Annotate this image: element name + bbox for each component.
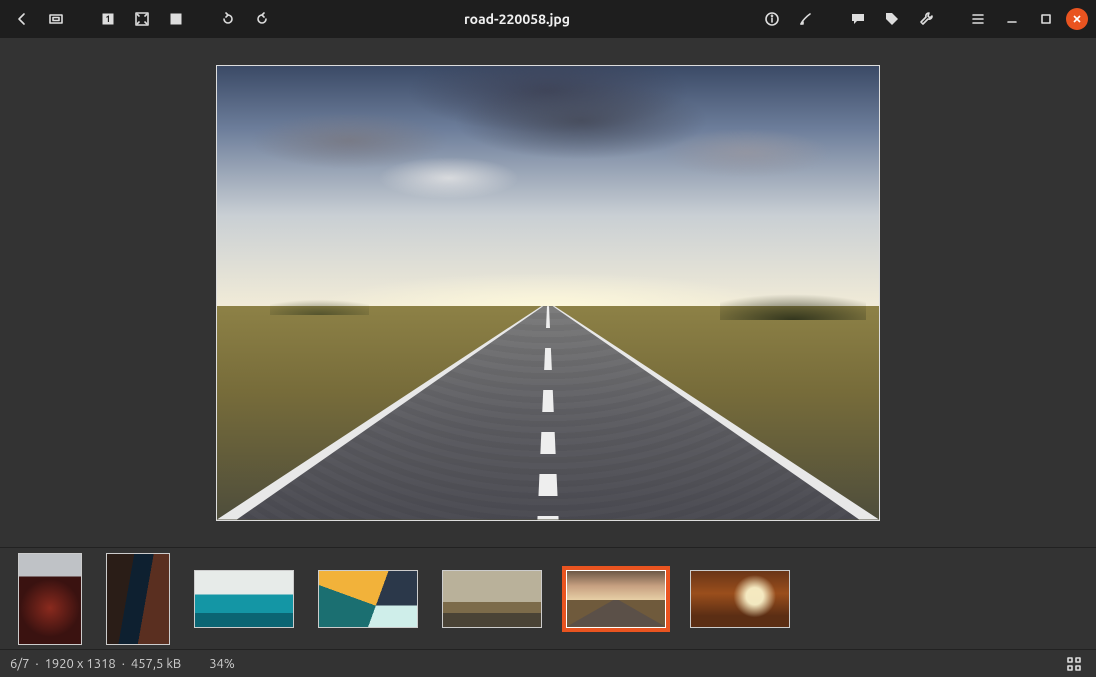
fullscreen-button[interactable] <box>42 5 70 33</box>
info-button[interactable] <box>758 5 786 33</box>
image-viewport[interactable] <box>0 38 1096 547</box>
thumbnail-grid-button[interactable] <box>1062 652 1086 676</box>
thumbnail-6[interactable] <box>566 570 666 628</box>
comment-button[interactable] <box>844 5 872 33</box>
rotate-right-button[interactable] <box>248 5 276 33</box>
zoom-fit-icon <box>134 11 150 27</box>
thumbnail-strip <box>0 547 1096 649</box>
chevron-left-icon <box>14 11 30 27</box>
displayed-image <box>216 65 880 521</box>
info-icon <box>764 11 780 27</box>
brush-icon <box>798 11 814 27</box>
tools-button[interactable] <box>912 5 940 33</box>
maximize-button[interactable] <box>1032 5 1060 33</box>
thumbnail-1[interactable] <box>18 553 82 645</box>
wrench-icon <box>918 11 934 27</box>
rotate-right-icon <box>254 11 270 27</box>
fullscreen-icon <box>48 11 64 27</box>
status-zoom: 34% <box>209 657 235 671</box>
zoom-in-button[interactable] <box>162 5 190 33</box>
minimize-button[interactable] <box>998 5 1026 33</box>
status-dimensions: 1920 x 1318 <box>45 657 116 671</box>
rotate-left-icon <box>220 11 236 27</box>
minimize-icon <box>1004 11 1020 27</box>
plus-square-icon <box>168 11 184 27</box>
comment-icon <box>850 11 866 27</box>
statusbar: 6/7 · 1920 x 1318 · 457,5 kB 34% <box>0 649 1096 677</box>
svg-text:1: 1 <box>105 14 110 24</box>
zoom-actual-icon: 1 <box>100 11 116 27</box>
status-separator-2: · <box>116 657 131 671</box>
rotate-left-button[interactable] <box>214 5 242 33</box>
hamburger-icon <box>970 11 986 27</box>
status-position: 6/7 <box>10 657 29 671</box>
tag-icon <box>884 11 900 27</box>
thumbnail-5[interactable] <box>442 570 542 628</box>
maximize-icon <box>1038 11 1054 27</box>
edit-button[interactable] <box>792 5 820 33</box>
close-icon <box>1072 14 1082 24</box>
close-button[interactable] <box>1066 8 1088 30</box>
grid-icon <box>1066 656 1082 672</box>
titlebar: 1 road-220058.jpg <box>0 0 1096 38</box>
window-title: road-220058.jpg <box>282 11 752 27</box>
thumbnail-4[interactable] <box>318 570 418 628</box>
thumbnail-2[interactable] <box>106 553 170 645</box>
tag-button[interactable] <box>878 5 906 33</box>
thumbnail-3[interactable] <box>194 570 294 628</box>
menu-button[interactable] <box>964 5 992 33</box>
zoom-fit-button[interactable] <box>128 5 156 33</box>
zoom-actual-button[interactable]: 1 <box>94 5 122 33</box>
thumbnail-7[interactable] <box>690 570 790 628</box>
back-button[interactable] <box>8 5 36 33</box>
status-separator-1: · <box>29 657 44 671</box>
status-filesize: 457,5 kB <box>131 657 181 671</box>
